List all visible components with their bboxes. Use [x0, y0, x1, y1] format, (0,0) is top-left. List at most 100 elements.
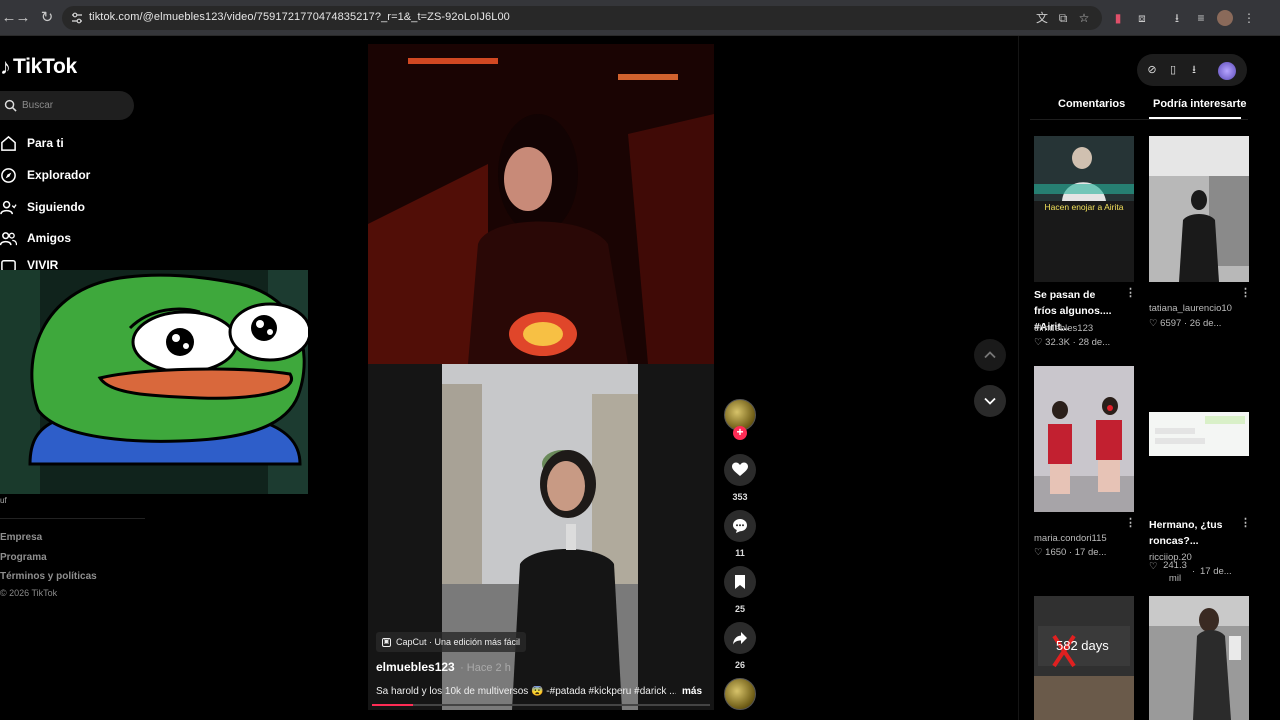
author-username[interactable]: elmuebles123 [376, 660, 455, 674]
share-button[interactable] [724, 622, 756, 654]
previous-video-button[interactable] [974, 339, 1006, 371]
video-frame-street [368, 364, 714, 710]
save-button[interactable] [724, 566, 756, 598]
webcam-overlay-pepe [0, 270, 308, 494]
heart-small-icon: ♡ [1149, 318, 1161, 329]
video-progress-bar[interactable] [372, 704, 710, 706]
tab-podria-interesarte[interactable]: Podría interesarte [1153, 98, 1247, 110]
post-time: · Hace 2 h [460, 662, 511, 674]
extensions-icon[interactable]: ⧈ [1134, 10, 1150, 26]
recommended-user[interactable]: tatiana_laurencio10 [1149, 303, 1232, 314]
video-author[interactable]: elmuebles123 · Hace 2 h [376, 660, 511, 674]
active-tab-underline [1149, 117, 1241, 119]
video-top-scene [368, 44, 714, 364]
footer-link-terminos[interactable]: Términos y políticas [0, 571, 97, 582]
heart-small-icon: ♡ [1149, 561, 1158, 572]
search-box[interactable] [0, 91, 134, 120]
reload-icon[interactable]: ↻ [38, 9, 56, 27]
media-controls-icon[interactable]: ≡ [1193, 10, 1209, 26]
share-arrow-icon [733, 632, 747, 645]
post-date: 26 de... [1189, 318, 1222, 329]
recommended-thumbnail[interactable]: 582 days [1034, 596, 1134, 720]
site-settings-icon[interactable] [70, 11, 84, 25]
recommended-thumbnail[interactable] [1149, 596, 1249, 720]
recommended-thumbnail[interactable]: Hacen enojar a Airita [1034, 136, 1134, 282]
thumbnail-overlay-text: 582 days [1056, 638, 1109, 653]
browser-toolbar: ← → ↻ tiktok.com/@elmuebles123/video/759… [0, 0, 1280, 36]
recommended-meta: ♡ 6597 · 26 de... [1149, 318, 1221, 329]
address-bar[interactable]: tiktok.com/@elmuebles123/video/759172177… [62, 6, 1102, 30]
like-count: 1650 [1045, 547, 1067, 558]
video-photo [442, 364, 638, 710]
more-options-icon[interactable]: ⋮ [1240, 286, 1251, 299]
footer-link-empresa[interactable]: Empresa [0, 532, 42, 543]
bookmark-star-icon[interactable]: ☆ [1076, 10, 1092, 26]
tab-separator [1030, 119, 1248, 120]
more-options-icon[interactable]: ⋮ [1125, 286, 1136, 299]
capcut-badge[interactable]: ▣ CapCut · Una edición más fácil [376, 632, 527, 652]
heart-icon [732, 462, 748, 476]
forward-icon[interactable]: → [14, 9, 32, 27]
more-options-icon[interactable]: ⋮ [1240, 516, 1251, 529]
recommended-title[interactable]: Hermano, ¿tus roncas?... [1149, 517, 1235, 549]
recommended-thumbnail[interactable] [1034, 366, 1134, 512]
nav-para-ti[interactable]: Para ti [0, 133, 64, 153]
tiktok-logo[interactable]: ♪ TikTok [0, 54, 77, 80]
video-frame-gamer-room [368, 44, 714, 364]
next-video-button[interactable] [974, 385, 1006, 417]
recommended-meta: ♡ 1650 · 17 de... [1034, 547, 1106, 558]
recommended-thumbnail[interactable] [1149, 366, 1249, 512]
video-person-scene [442, 364, 638, 710]
friends-icon [0, 231, 17, 245]
like-button[interactable] [724, 454, 756, 486]
extension-badge-icon[interactable]: ▮ [1110, 10, 1126, 26]
like-count: 241.3 mil [1163, 560, 1187, 584]
home-icon [1, 135, 16, 151]
meta-separator: · [1181, 318, 1190, 329]
like-count: 353 [732, 492, 748, 502]
share-count: 26 [734, 660, 745, 670]
nav-label: Para ti [27, 136, 64, 150]
comment-button[interactable] [724, 510, 756, 542]
compass-icon [1, 167, 16, 183]
nav-amigos[interactable]: Amigos [0, 228, 71, 248]
recommended-user[interactable]: maria.condori115 [1034, 533, 1107, 544]
download-icon[interactable]: ⭳ [1169, 10, 1185, 26]
install-app-icon[interactable]: ⧉ [1055, 10, 1071, 26]
heart-small-icon: ♡ [1034, 337, 1046, 348]
profile-avatar-icon[interactable] [1217, 10, 1233, 26]
recommended-meta: ♡ 241.3 mil · 17 de... [1149, 559, 1245, 585]
follow-plus-icon[interactable]: + [733, 426, 747, 440]
url-text: tiktok.com/@elmuebles123/video/759172177… [89, 11, 510, 23]
caption-more-link[interactable]: más [682, 686, 702, 697]
tiktok-note-icon: ♪ [0, 54, 11, 79]
compass-small-icon[interactable]: ⊘ [1145, 63, 1159, 77]
nav-explorador[interactable]: Explorador [0, 165, 90, 185]
like-count: 6597 [1160, 318, 1182, 329]
post-date: 28 de... [1078, 337, 1111, 348]
video-player[interactable]: ▣ CapCut · Una edición más fácil elmuebl… [368, 44, 714, 710]
thumbnail-overlay-text: Hacen enojar a Airita [1044, 202, 1124, 212]
post-date: 17 de... [1200, 566, 1232, 577]
translate-icon[interactable]: 文 [1034, 10, 1050, 26]
browser-menu-icon[interactable]: ⋮ [1241, 10, 1257, 26]
download-video-icon[interactable]: ⭳ [1187, 63, 1201, 77]
recommended-meta: ♡ 32.3K · 28 de... [1034, 337, 1110, 348]
tiktok-page: ← → ↻ tiktok.com/@elmuebles123/video/759… [0, 0, 1280, 720]
pepe-frog-image [0, 270, 308, 494]
post-date: 17 de... [1074, 547, 1107, 558]
nav-siguiendo[interactable]: Siguiendo [0, 197, 85, 217]
phone-icon[interactable]: ▯ [1166, 63, 1180, 77]
recommended-thumbnail[interactable] [1149, 136, 1249, 282]
user-avatar[interactable] [1218, 62, 1236, 80]
more-options-icon[interactable]: ⋮ [1125, 516, 1136, 529]
tab-comentarios[interactable]: Comentarios [1058, 98, 1125, 110]
save-count: 25 [734, 604, 745, 614]
tiktok-wordmark: TikTok [13, 55, 77, 78]
sound-disc-avatar[interactable] [724, 678, 756, 710]
footer-link-programa[interactable]: Programa [0, 552, 47, 563]
search-input[interactable] [22, 97, 122, 114]
thumbnail-image [1149, 596, 1249, 720]
chevron-up-icon [984, 351, 996, 359]
recommended-user[interactable]: elmuebles123 [1034, 323, 1093, 334]
